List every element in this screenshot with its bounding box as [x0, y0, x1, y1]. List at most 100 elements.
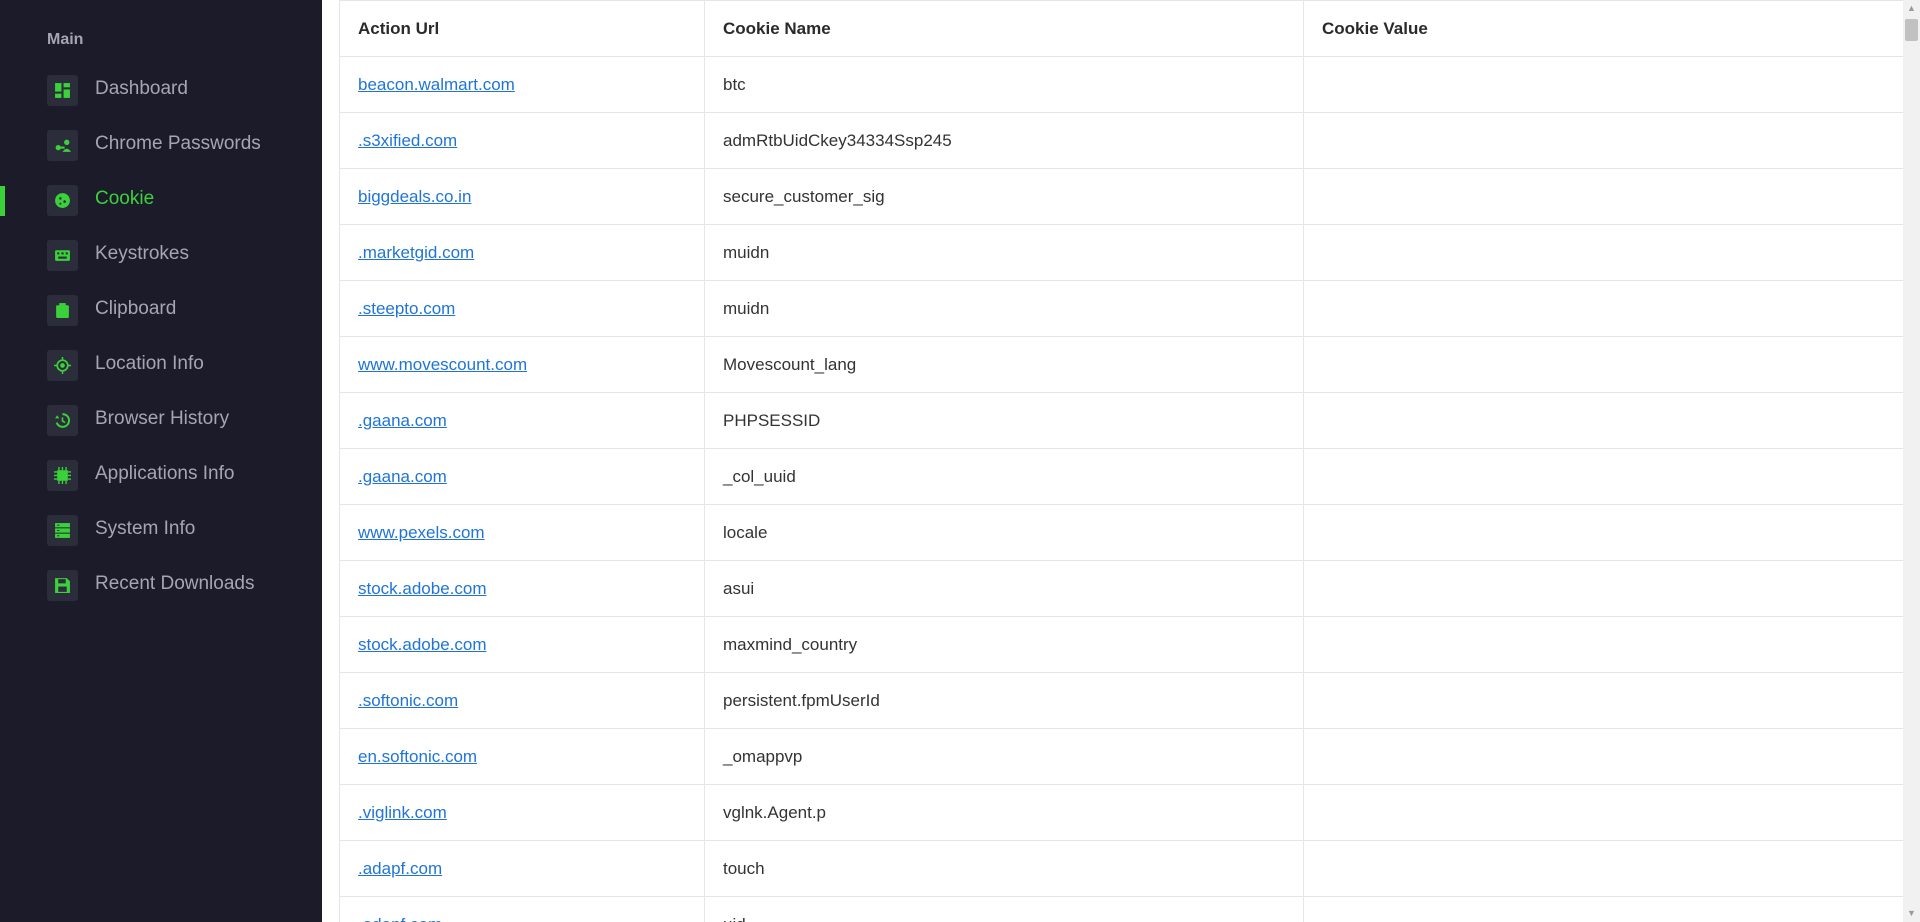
sidebar-item-dashboard[interactable]: Dashboard — [0, 63, 322, 118]
sidebar-item-chrome-passwords[interactable]: Chrome Passwords — [0, 118, 322, 173]
cookie-name-cell: persistent.fpmUserId — [704, 672, 1304, 729]
action-url-link[interactable]: .gaana.com — [358, 467, 447, 486]
active-indicator — [0, 241, 5, 271]
table-header-row: Action Url Cookie Name Cookie Value — [339, 0, 1905, 57]
active-indicator — [0, 406, 5, 436]
history-icon — [47, 405, 78, 436]
action-url-link[interactable]: .steepto.com — [358, 299, 455, 318]
clipboard-icon — [47, 295, 78, 326]
sidebar-item-label: Keystrokes — [95, 243, 189, 264]
chip-icon — [47, 460, 78, 491]
table-row: .marketgid.com muidn — [339, 224, 1905, 281]
action-url-link[interactable]: .marketgid.com — [358, 243, 474, 262]
action-url-link[interactable]: .adapf.com — [358, 859, 442, 878]
action-url-link[interactable]: beacon.walmart.com — [358, 75, 515, 94]
column-header-cookie-value: Cookie Value — [1303, 0, 1905, 57]
action-url-cell: .viglink.com — [339, 784, 705, 841]
scroll-down-arrow-icon[interactable]: ▼ — [1903, 905, 1920, 922]
action-url-link[interactable]: .viglink.com — [358, 803, 447, 822]
save-icon — [47, 570, 78, 601]
sidebar-item-label: Browser History — [95, 408, 230, 429]
active-indicator — [0, 296, 5, 326]
cookie-value-cell — [1303, 784, 1905, 841]
active-indicator — [0, 351, 5, 381]
scroll-up-arrow-icon[interactable]: ▲ — [1903, 0, 1920, 17]
table-row: stock.adobe.com asui — [339, 560, 1905, 617]
cookie-name-cell: secure_customer_sig — [704, 168, 1304, 225]
active-indicator — [0, 516, 5, 546]
sidebar-item-browser-history[interactable]: Browser History — [0, 393, 322, 448]
cookie-name-cell: _omappvp — [704, 728, 1304, 785]
sidebar-item-label: Applications Info — [95, 463, 235, 484]
action-url-cell: .softonic.com — [339, 672, 705, 729]
cookie-value-cell — [1303, 168, 1905, 225]
cookie-value-cell — [1303, 896, 1905, 922]
action-url-link[interactable]: en.softonic.com — [358, 747, 477, 766]
column-header-action-url: Action Url — [339, 0, 705, 57]
sidebar-item-keystrokes[interactable]: Keystrokes — [0, 228, 322, 283]
action-url-cell: www.movescount.com — [339, 336, 705, 393]
cookie-name-cell: uid — [704, 896, 1304, 922]
sidebar-item-recent-downloads[interactable]: Recent Downloads — [0, 558, 322, 613]
cookie-name-cell: btc — [704, 56, 1304, 113]
table-row: .gaana.com _col_uuid — [339, 448, 1905, 505]
cookie-name-cell: muidn — [704, 280, 1304, 337]
cookie-name-cell: admRtbUidCkey34334Ssp245 — [704, 112, 1304, 169]
vertical-scrollbar[interactable]: ▲ ▼ — [1903, 0, 1920, 922]
keyboard-icon — [47, 240, 78, 271]
cookie-name-cell: vglnk.Agent.p — [704, 784, 1304, 841]
cookie-value-cell — [1303, 672, 1905, 729]
table-row: biggdeals.co.in secure_customer_sig — [339, 168, 1905, 225]
action-url-link[interactable]: stock.adobe.com — [358, 635, 487, 654]
cookie-name-cell: _col_uuid — [704, 448, 1304, 505]
table-row: www.pexels.com locale — [339, 504, 1905, 561]
table-row: beacon.walmart.com btc — [339, 56, 1905, 113]
table-row: .viglink.com vglnk.Agent.p — [339, 784, 1905, 841]
cookie-name-cell: maxmind_country — [704, 616, 1304, 673]
table-row: .gaana.com PHPSESSID — [339, 392, 1905, 449]
sidebar-item-label: System Info — [95, 518, 196, 539]
active-indicator — [0, 461, 5, 491]
action-url-link[interactable]: .s3xified.com — [358, 131, 457, 150]
location-icon — [47, 350, 78, 381]
scrollbar-thumb[interactable] — [1905, 19, 1918, 41]
cookie-table: Action Url Cookie Name Cookie Value beac… — [339, 0, 1905, 922]
sidebar-item-applications-info[interactable]: Applications Info — [0, 448, 322, 503]
action-url-link[interactable]: stock.adobe.com — [358, 579, 487, 598]
active-indicator — [0, 76, 5, 106]
cookie-icon — [47, 185, 78, 216]
cookie-name-cell: asui — [704, 560, 1304, 617]
action-url-cell: .gaana.com — [339, 392, 705, 449]
cookie-value-cell — [1303, 56, 1905, 113]
sidebar-item-label: Clipboard — [95, 298, 177, 319]
action-url-link[interactable]: .softonic.com — [358, 691, 458, 710]
table-row: www.movescount.com Movescount_lang — [339, 336, 1905, 393]
action-url-link[interactable]: biggdeals.co.in — [358, 187, 471, 206]
action-url-link[interactable]: .adapf.com — [358, 915, 442, 922]
action-url-cell: .gaana.com — [339, 448, 705, 505]
action-url-link[interactable]: www.pexels.com — [358, 523, 485, 542]
sidebar-item-label: Recent Downloads — [95, 573, 255, 594]
cookie-value-cell — [1303, 504, 1905, 561]
action-url-link[interactable]: .gaana.com — [358, 411, 447, 430]
table-row: en.softonic.com _omappvp — [339, 728, 1905, 785]
cookie-name-cell: touch — [704, 840, 1304, 897]
sidebar-item-clipboard[interactable]: Clipboard — [0, 283, 322, 338]
table-row: .adapf.com touch — [339, 840, 1905, 897]
sidebar-section-title: Main — [47, 31, 84, 48]
sidebar-item-label: Dashboard — [95, 78, 188, 99]
sidebar-item-label: Chrome Passwords — [95, 133, 261, 154]
cookie-value-cell — [1303, 112, 1905, 169]
table-row: .steepto.com muidn — [339, 280, 1905, 337]
main-content: Action Url Cookie Name Cookie Value beac… — [322, 0, 1920, 922]
cookie-value-cell — [1303, 840, 1905, 897]
action-url-cell: .steepto.com — [339, 280, 705, 337]
cookie-table-container: Action Url Cookie Name Cookie Value beac… — [339, 0, 1905, 922]
cookie-value-cell — [1303, 728, 1905, 785]
action-url-cell: .adapf.com — [339, 840, 705, 897]
sidebar-item-cookie[interactable]: Cookie — [0, 173, 322, 228]
action-url-link[interactable]: www.movescount.com — [358, 355, 527, 374]
active-indicator — [0, 131, 5, 161]
sidebar-item-location-info[interactable]: Location Info — [0, 338, 322, 393]
sidebar-item-system-info[interactable]: System Info — [0, 503, 322, 558]
